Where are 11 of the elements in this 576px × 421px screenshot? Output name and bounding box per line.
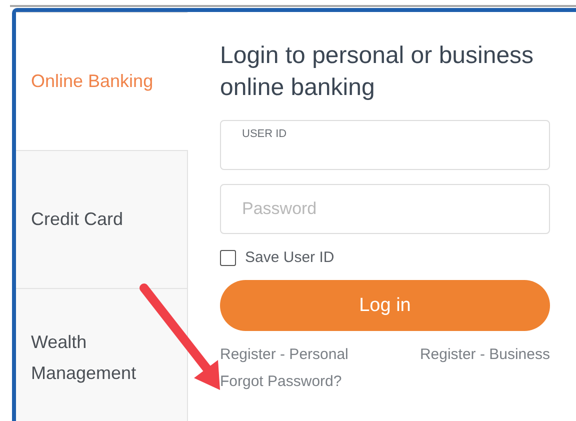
login-heading: Login to personal or business online banking — [220, 41, 535, 103]
register-link[interactable]: Register - Business — [420, 346, 550, 363]
password-field[interactable]: Password — [220, 184, 550, 234]
register-link[interactable]: Register - Personal — [220, 346, 348, 363]
checkbox[interactable] — [220, 250, 236, 266]
forgot-password-link[interactable]: Forgot Password? — [220, 373, 342, 390]
user-id-field[interactable]: USER ID — [220, 120, 550, 170]
side-tab[interactable]: Wealth Management — [16, 288, 188, 421]
side-tab[interactable]: Credit Card — [16, 150, 188, 288]
checkbox-label: Save User ID — [245, 249, 334, 266]
login-button[interactable]: Log in — [220, 280, 550, 331]
